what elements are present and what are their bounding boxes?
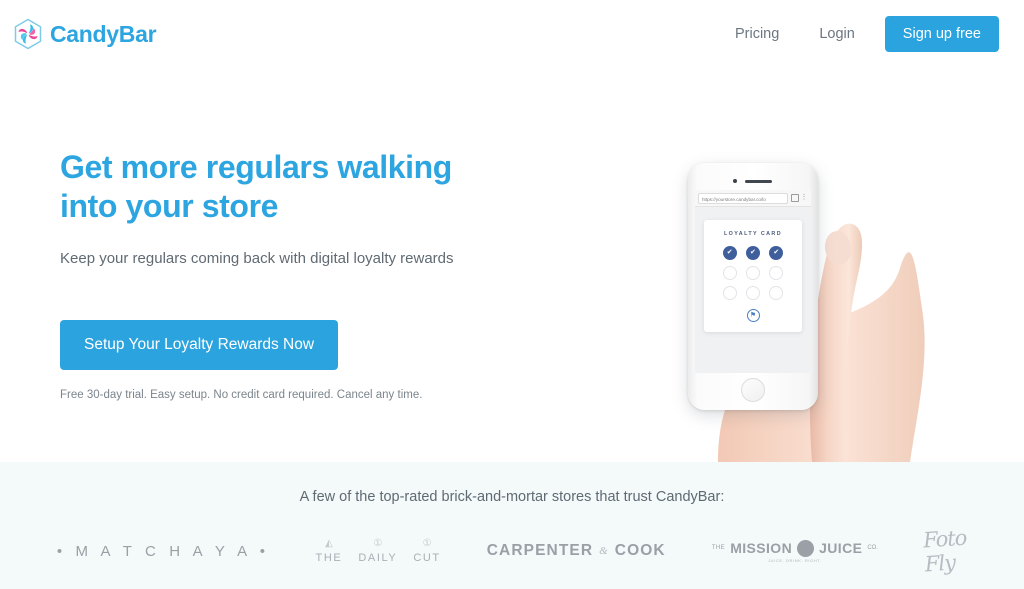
- stamp-filled[interactable]: ✔: [722, 246, 737, 260]
- primary-nav: Pricing Login Sign up free: [725, 16, 999, 52]
- logo-mission-tagline: JUICE. DRINK. RIGHT.: [768, 557, 822, 563]
- brand-logo[interactable]: CandyBar: [12, 18, 157, 50]
- logo-the-daily-cut: ◭ THE ① DAILY ① CUT: [315, 537, 441, 564]
- phone-home-button: [741, 378, 765, 402]
- phone-screen: https://yourstore.candybar.co/lo ⋮ LOYAL…: [695, 190, 811, 373]
- hero-section: Get more regulars walking into your stor…: [0, 68, 1024, 462]
- stamp-empty[interactable]: [769, 266, 784, 280]
- phone-device: https://yourstore.candybar.co/lo ⋮ LOYAL…: [688, 163, 818, 410]
- logo-daily-cut-word: DAILY: [358, 551, 398, 564]
- site-header: CandyBar Pricing Login Sign up free: [0, 0, 1024, 68]
- loyalty-card: LOYALTY CARD ✔ ✔ ✔ ⚑: [704, 220, 802, 332]
- stamp-empty[interactable]: [745, 266, 760, 280]
- nav-link-login[interactable]: Login: [809, 20, 864, 48]
- stamp-grid: ✔ ✔ ✔: [704, 246, 802, 300]
- hat-icon: ◭: [325, 537, 333, 549]
- candy-pinwheel-hexagon-icon: [14, 18, 42, 50]
- hero-subheading: Keep your regulars coming back with digi…: [60, 250, 454, 268]
- circle-icon: ①: [422, 537, 432, 549]
- logo-carpenter-right: COOK: [614, 542, 666, 559]
- setup-loyalty-rewards-button[interactable]: Setup Your Loyalty Rewards Now: [60, 319, 339, 370]
- logo-the-mission-juice-co: THE MISSION JUICE CO. JUICE. DRINK. RIGH…: [711, 539, 879, 563]
- logo-matchaya: • M A T C H A Y A •: [57, 543, 270, 560]
- hero-copy: Get more regulars walking into your stor…: [60, 148, 540, 401]
- stamp-empty[interactable]: [745, 286, 760, 300]
- logo-daily-cut-word: THE: [315, 551, 343, 564]
- nav-link-pricing[interactable]: Pricing: [725, 20, 789, 48]
- gift-reward-icon[interactable]: ⚑: [746, 309, 760, 322]
- signup-free-button[interactable]: Sign up free: [884, 16, 999, 52]
- headline-line-1: Get more regulars walking: [60, 149, 452, 185]
- logo-foto-fly-text: Foto Fly: [922, 525, 968, 577]
- logo-daily-cut-word: CUT: [413, 551, 441, 564]
- phone-speaker-icon: [745, 180, 772, 183]
- customer-logo-row: • M A T C H A Y A • ◭ THE ① DAILY ① CUT: [0, 525, 1024, 577]
- landing-page: CandyBar Pricing Login Sign up free Get …: [0, 0, 1024, 589]
- logo-carpenter-left: CARPENTER: [486, 542, 594, 559]
- logo-mission-word1: MISSION: [730, 540, 793, 556]
- ampersand-ornament-icon: &: [599, 545, 609, 557]
- page-title: Get more regulars walking into your stor…: [60, 148, 540, 226]
- logo-mission-co: CO.: [867, 545, 879, 551]
- brand-name: CandyBar: [50, 20, 157, 47]
- logo-foto-fly: Foto Fly: [922, 525, 968, 577]
- stamp-empty[interactable]: [722, 286, 737, 300]
- url-input[interactable]: https://yourstore.candybar.co/lo: [698, 192, 788, 204]
- browser-url-bar: https://yourstore.candybar.co/lo ⋮: [695, 190, 811, 207]
- three-dot-menu-icon[interactable]: ⋮: [800, 194, 808, 202]
- logo-carpenter-and-cook: CARPENTER & COOK: [487, 542, 666, 560]
- social-proof-heading: A few of the top-rated brick-and-mortar …: [299, 489, 725, 505]
- logo-mission-the: THE: [711, 545, 726, 551]
- mission-juice-badge-icon: [797, 539, 815, 557]
- logo-mission-word2: JUICE: [819, 540, 863, 556]
- social-proof-section: A few of the top-rated brick-and-mortar …: [0, 462, 1024, 589]
- hero-fine-print: Free 30-day trial. Easy setup. No credit…: [60, 388, 423, 401]
- browser-tabs-icon[interactable]: [791, 194, 799, 202]
- logo-matchaya-text: • M A T C H A Y A •: [56, 542, 270, 560]
- stamp-filled[interactable]: ✔: [769, 246, 784, 260]
- phone-camera-icon: [733, 179, 737, 183]
- stamp-empty[interactable]: [769, 286, 784, 300]
- loyalty-card-title: LOYALTY CARD: [723, 231, 783, 237]
- stamp-empty[interactable]: [722, 266, 737, 280]
- headline-line-2: into your store: [60, 188, 279, 225]
- hero-illustration: https://yourstore.candybar.co/lo ⋮ LOYAL…: [600, 58, 1024, 462]
- circle-icon: ①: [373, 537, 383, 549]
- stamp-filled[interactable]: ✔: [745, 246, 760, 260]
